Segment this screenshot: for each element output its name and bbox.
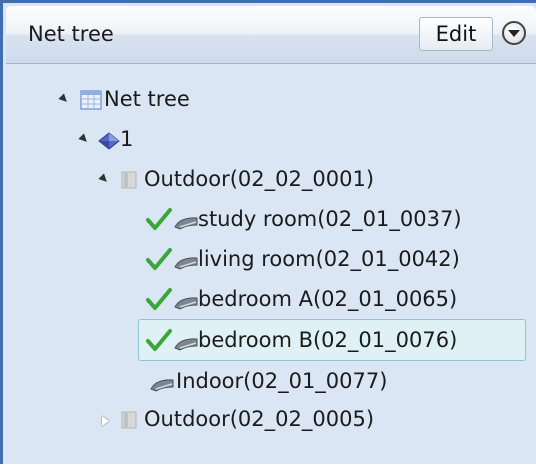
tree-node-indoor[interactable]: bedroom A(02_01_0065) <box>146 283 536 317</box>
expand-closed-icon[interactable] <box>102 416 109 426</box>
network-diamond-icon <box>98 131 120 155</box>
tree-view: Net tree 1 Outdoor(02_02_0001) study roo… <box>6 65 536 467</box>
tree-node-label: 1 <box>120 127 134 151</box>
tree-node-indoor[interactable]: living room(02_01_0042) <box>146 243 536 277</box>
panel-header: Net tree Edit <box>6 6 536 64</box>
indoor-unit-icon <box>174 292 198 316</box>
tree-node-label: Outdoor(02_02_0001) <box>144 167 375 191</box>
tree-node-root[interactable]: Net tree <box>46 83 266 117</box>
tree-node-label: living room(02_01_0042) <box>198 247 460 271</box>
expand-open-icon[interactable] <box>98 173 110 185</box>
tree-node-label: Outdoor(02_02_0005) <box>144 407 375 431</box>
tree-node-label: bedroom B(02_01_0076) <box>198 328 458 352</box>
outdoor-unit-icon <box>120 170 138 195</box>
checkmark-icon <box>146 207 172 236</box>
expand-open-icon[interactable] <box>78 133 90 145</box>
net-tree-panel: Net tree Edit Net tree 1 Outdoor(02_02_0… <box>0 0 536 464</box>
outdoor-unit-icon <box>120 410 138 435</box>
tree-node-indoor[interactable]: Indoor(02_01_0077) <box>146 365 446 399</box>
chevron-down-circle-icon[interactable] <box>502 21 526 45</box>
indoor-unit-icon <box>174 252 198 276</box>
tree-node-outdoor[interactable]: Outdoor(02_02_0001) <box>96 163 436 197</box>
expand-open-icon[interactable] <box>58 93 70 105</box>
checkmark-icon <box>146 247 172 276</box>
indoor-unit-icon <box>150 374 174 398</box>
indoor-unit-icon <box>174 333 198 357</box>
checkmark-icon <box>146 328 172 357</box>
tree-node-label: study room(02_01_0037) <box>198 207 462 231</box>
table-icon <box>80 89 102 116</box>
indoor-unit-icon <box>174 212 198 236</box>
tree-node-indoor[interactable]: study room(02_01_0037) <box>146 203 536 237</box>
edit-button[interactable]: Edit <box>419 17 493 51</box>
tree-node-label: Indoor(02_01_0077) <box>176 369 388 393</box>
tree-node-indoor-selected[interactable]: bedroom B(02_01_0076) <box>138 319 526 361</box>
tree-node-network[interactable]: 1 <box>76 123 156 157</box>
checkmark-icon <box>146 287 172 316</box>
tree-node-outdoor[interactable]: Outdoor(02_02_0005) <box>96 403 436 437</box>
tree-node-label: bedroom A(02_01_0065) <box>198 287 458 311</box>
tree-node-label: Net tree <box>104 87 190 111</box>
panel-title: Net tree <box>28 22 114 46</box>
